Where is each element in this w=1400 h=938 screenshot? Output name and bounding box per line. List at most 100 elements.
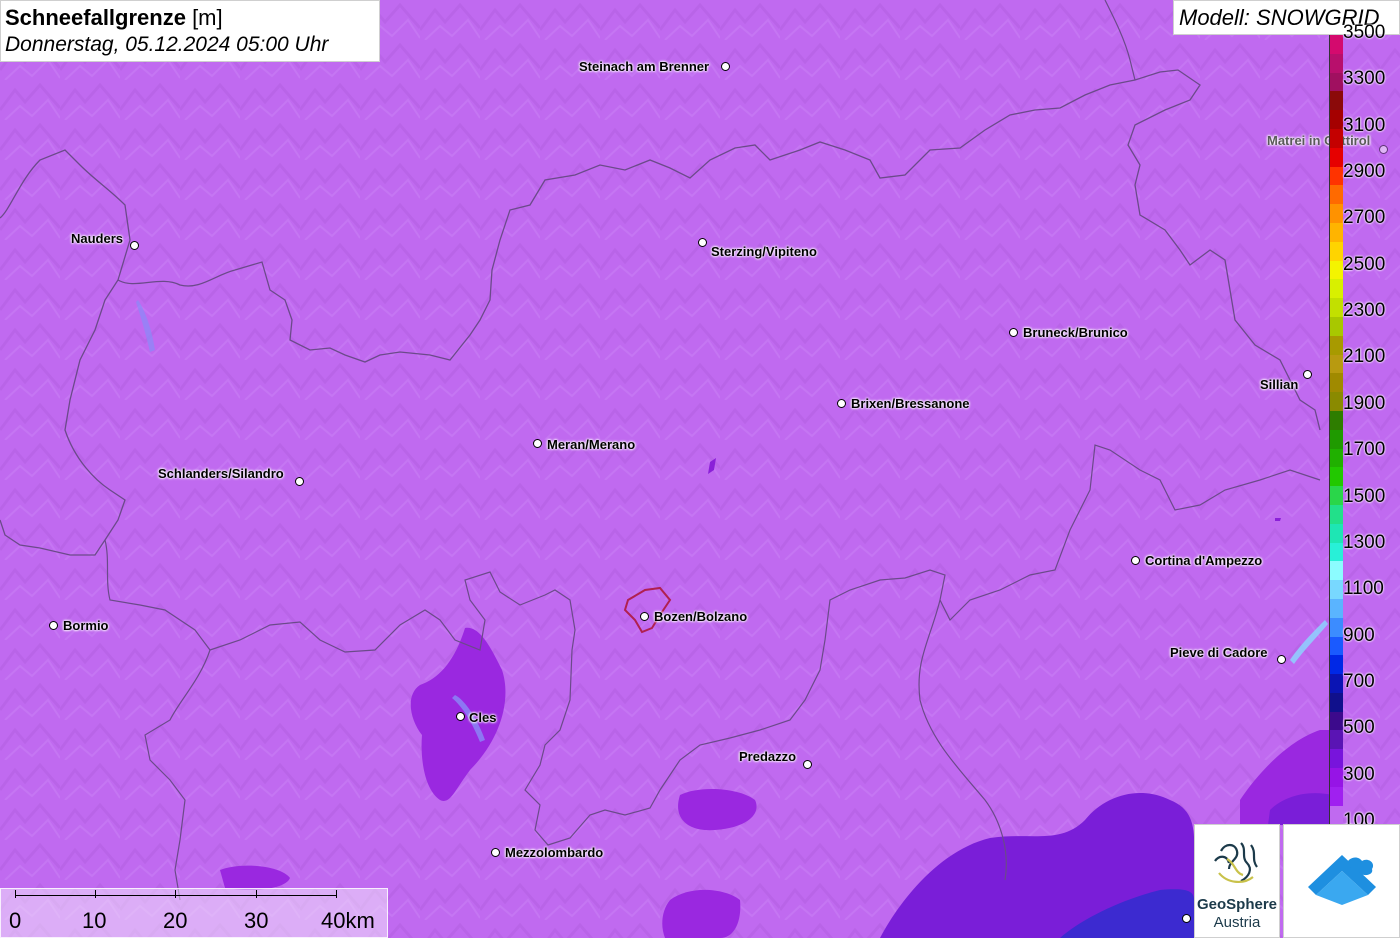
map-title: Schneefallgrenze [m] — [5, 4, 379, 32]
city-marker[interactable] — [1182, 914, 1191, 923]
title-variable: Schneefallgrenze — [5, 5, 186, 30]
city-marker[interactable] — [456, 712, 465, 721]
legend-color-swatch — [1330, 392, 1343, 411]
geosphere-emblem-icon — [1214, 842, 1258, 883]
city-marker[interactable] — [1277, 655, 1286, 664]
legend-color-swatch — [1330, 711, 1343, 731]
city-label: Mezzolombardo — [505, 845, 604, 860]
scale-label: 30 — [244, 908, 269, 933]
legend-label: 300 — [1343, 763, 1375, 785]
city-label: Steinach am Brenner — [579, 59, 710, 74]
legend-label: 1500 — [1343, 485, 1386, 507]
legend-label: 1900 — [1343, 392, 1386, 414]
legend-label: 3300 — [1343, 68, 1386, 90]
legend-color-swatch — [1330, 147, 1343, 167]
legend-color-swatch — [1330, 486, 1343, 505]
scale-tick — [175, 890, 176, 898]
legend-label: 900 — [1343, 624, 1375, 646]
legend-color-swatch — [1330, 749, 1343, 769]
legend-label: 1300 — [1343, 531, 1386, 553]
legend-color-swatch — [1330, 91, 1343, 111]
city-label: Sillian — [1260, 377, 1299, 392]
small-feature — [1275, 518, 1281, 521]
legend-color-swatch — [1330, 35, 1343, 54]
legend-color-swatch — [1330, 53, 1343, 73]
legend-color-swatch — [1330, 410, 1343, 430]
city-marker[interactable] — [130, 241, 139, 250]
legend-color-swatch — [1330, 241, 1343, 261]
scale-tick — [95, 890, 96, 898]
legend-color-swatch — [1330, 768, 1343, 787]
geosphere-title: GeoSphere — [1196, 896, 1278, 913]
city-marker[interactable] — [1009, 328, 1018, 337]
city-marker[interactable] — [698, 238, 707, 247]
scale-bar: 0 10 20 30 40km — [0, 888, 388, 938]
legend-label: 700 — [1343, 670, 1375, 692]
legend-color-swatch — [1330, 805, 1343, 825]
legend-color-swatch — [1330, 335, 1343, 355]
city-label: Cortina d'Ampezzo — [1145, 553, 1263, 568]
legend-color-swatch — [1330, 467, 1343, 487]
legend-label: 2700 — [1343, 207, 1386, 229]
legend-color-swatch — [1330, 429, 1343, 449]
city-marker[interactable] — [1131, 556, 1140, 565]
legend-color-swatch — [1330, 298, 1343, 317]
legend-color-swatch — [1330, 222, 1343, 242]
legend-label: 3500 — [1343, 22, 1386, 43]
legend-color-swatch — [1330, 316, 1343, 336]
city-marker[interactable] — [491, 848, 500, 857]
snowgrid-logo[interactable] — [1283, 824, 1400, 938]
legend-color-swatch — [1330, 674, 1343, 693]
city-label: Nauders — [71, 231, 124, 246]
legend-color-swatch — [1330, 110, 1343, 129]
city-marker[interactable] — [640, 612, 649, 621]
city-label: Sterzing/Vipiteno — [711, 244, 817, 259]
legend-label: 2500 — [1343, 253, 1386, 275]
city-label: Brixen/Bressanone — [851, 396, 970, 411]
legend-color-swatch — [1330, 580, 1343, 599]
legend-color-swatch — [1330, 786, 1343, 806]
city-label: Bruneck/Brunico — [1023, 325, 1128, 340]
legend-color-swatch — [1330, 598, 1343, 618]
legend-color-swatch — [1330, 504, 1343, 524]
scale-tick — [336, 890, 337, 898]
city-marker[interactable] — [721, 62, 730, 71]
legend-label: 1100 — [1343, 578, 1384, 600]
snowgrid-mountain-icon — [1308, 855, 1376, 905]
city-marker[interactable] — [803, 760, 812, 769]
legend-label: 2300 — [1343, 300, 1386, 322]
city-marker[interactable] — [533, 439, 542, 448]
legend-label: 1700 — [1343, 439, 1386, 461]
city-marker[interactable] — [837, 399, 846, 408]
scale-label: 20 — [163, 908, 188, 933]
scale-label: 0 — [9, 908, 22, 933]
city-label: Bozen/Bolzano — [654, 609, 748, 624]
city-label: Cles — [469, 710, 497, 725]
map-datetime: Donnerstag, 05.12.2024 05:00 Uhr — [5, 33, 329, 56]
legend-color-bar — [1329, 35, 1343, 825]
geosphere-subtitle: Austria — [1213, 914, 1261, 931]
legend-color-swatch — [1330, 260, 1343, 280]
legend-color-swatch — [1330, 128, 1343, 148]
legend-color-swatch — [1330, 636, 1343, 656]
scale-label: 10 — [82, 908, 107, 933]
city-label: Bormio — [63, 618, 109, 633]
city-label: Meran/Merano — [547, 437, 636, 452]
city-marker[interactable] — [49, 621, 58, 630]
city-marker[interactable] — [295, 477, 304, 486]
map-title-box: Schneefallgrenze [m] Donnerstag, 05.12.2… — [0, 0, 380, 62]
legend-label: 500 — [1343, 717, 1375, 739]
city-label: Predazzo — [739, 749, 797, 764]
title-unit: [m] — [185, 5, 223, 30]
scale-line — [15, 895, 337, 896]
legend-color-swatch — [1330, 561, 1343, 581]
legend-color-swatch — [1330, 373, 1343, 393]
color-legend: 3500 3300 3100 2900 2700 2500 2300 2100 1900 1700… — [1329, 23, 1400, 831]
legend-color-swatch — [1330, 655, 1343, 675]
legend-color-swatch — [1330, 730, 1343, 750]
city-marker[interactable] — [1303, 370, 1312, 379]
legend-color-swatch — [1330, 542, 1343, 562]
legend-color-swatch — [1330, 279, 1343, 299]
legend-color-swatch — [1330, 523, 1343, 543]
geosphere-austria-logo[interactable]: GeoSphere Austria — [1194, 824, 1280, 938]
